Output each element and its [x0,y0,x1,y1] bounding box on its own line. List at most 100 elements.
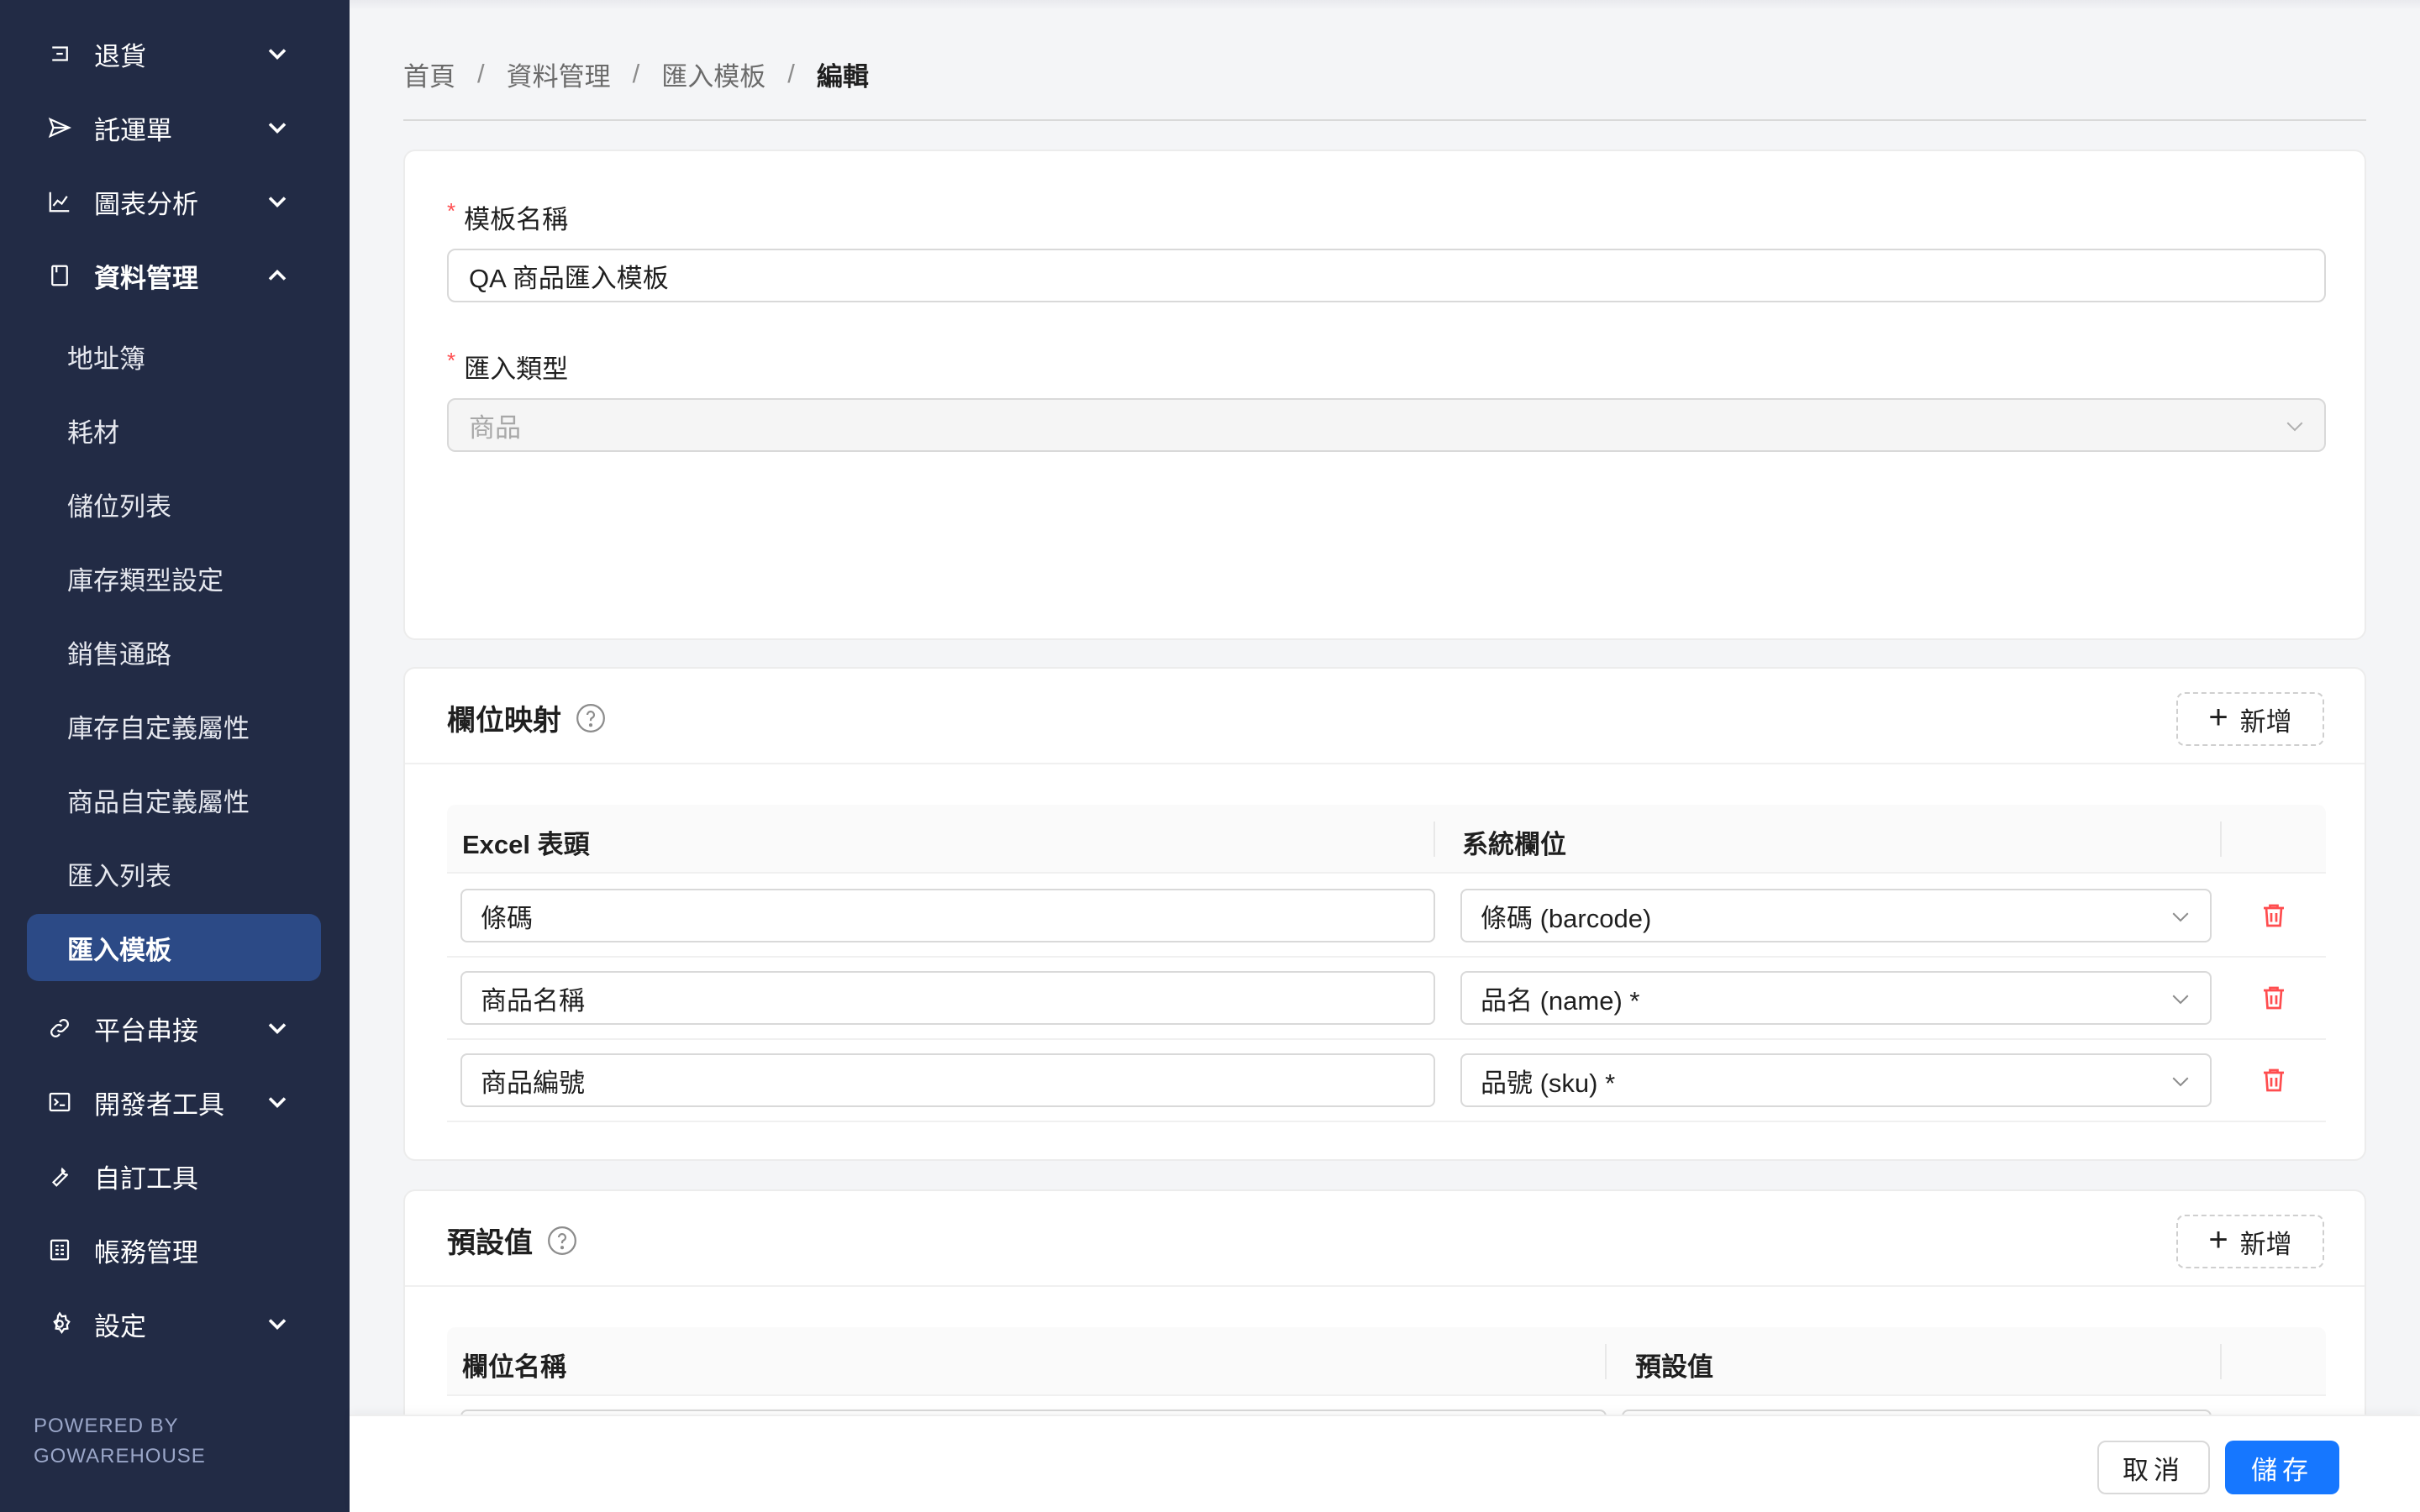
gear-icon [27,1307,74,1341]
table-header: Excel 表頭 系統欄位 [447,805,2326,874]
system-field-select[interactable]: 品名 (name) * [1460,971,2212,1025]
chevron-down-icon [2172,1077,2189,1087]
sidebar-subitem-label: 商品自定義屬性 [67,787,250,817]
top-shadow [350,0,2420,10]
delete-icon[interactable] [2259,983,2289,1013]
sidebar-subitem-label: 庫存類型設定 [67,565,224,596]
chevron-down-icon [268,1097,287,1109]
import-type-select[interactable]: 商品 [447,398,2326,452]
sidebar-subitem-label: 庫存自定義屬性 [67,713,250,743]
sidebar-item-label: 平台串接 [94,1016,198,1046]
column-header-system: 系統欄位 [1462,830,1566,859]
template-name-label: * 模板名稱 [447,198,569,234]
required-mark: * [447,348,456,373]
import-type-value: 商品 [469,412,521,443]
sidebar-item-analytics[interactable]: 圖表分析 [27,168,323,235]
breadcrumb: 首頁 / 資料管理 / 匯入模板 / 編輯 [403,54,869,94]
sidebar-item-developer-tools[interactable]: 開發者工具 [27,1068,323,1136]
chevron-down-icon [2172,912,2189,922]
template-name-value: QA 商品匯入模板 [469,263,669,293]
chevron-down-icon [268,49,287,60]
sidebar-item-settings[interactable]: 設定 [27,1290,323,1357]
add-mapping-button[interactable]: + 新增 [2176,692,2324,746]
field-mapping-header: 欄位映射 + 新增 [405,669,2365,764]
excel-header-input[interactable]: 商品編號 [460,1053,1435,1107]
calculator-icon [27,1233,74,1267]
sidebar-item-label: 開發者工具 [94,1089,224,1120]
chart-icon [27,185,74,218]
powered-by-line2: GOWAREHOUSE [34,1445,206,1467]
sidebar-subitem-import-list[interactable]: 匯入列表 [27,840,321,907]
sidebar-subitem-import-templates[interactable]: 匯入模板 [27,914,321,981]
sidebar-subitem-storage-locations[interactable]: 儲位列表 [27,470,321,538]
default-values-header: 預設值 + 新增 [405,1191,2365,1287]
sidebar-subitem-label: 銷售通路 [67,639,171,669]
field-mapping-card: 欄位映射 + 新增 Excel 表頭 系統欄位 條碼 條碼 (barcode) [403,667,2366,1161]
breadcrumb-divider [403,119,2366,121]
template-info-card: * 模板名稱 QA 商品匯入模板 * 匯入類型 商品 [403,150,2366,640]
column-divider [1605,1344,1607,1379]
breadcrumb-import-templates[interactable]: 匯入模板 [661,55,765,93]
table-header: 欄位名稱 預設值 [447,1327,2326,1396]
breadcrumb-data-management[interactable]: 資料管理 [507,55,611,93]
wrench-icon [27,1159,74,1193]
breadcrumb-separator: / [787,59,795,88]
powered-by-text: POWERED BY GOWAREHOUSE [34,1411,206,1472]
sidebar-item-platform-integration[interactable]: 平台串接 [27,995,323,1062]
sidebar-subitem-sales-channels[interactable]: 銷售通路 [27,618,321,685]
column-divider [2220,1344,2222,1379]
breadcrumb-home[interactable]: 首頁 [403,55,455,93]
sidebar-item-label: 退貨 [94,41,146,71]
chevron-down-icon [268,197,287,208]
sidebar-item-data-management[interactable]: 資料管理 [27,242,323,309]
column-header-default-value: 預設值 [1635,1352,1713,1382]
delete-icon[interactable] [2259,1065,2289,1095]
sidebar-item-label: 自訂工具 [94,1163,198,1194]
sidebar-item-accounting[interactable]: 帳務管理 [27,1216,323,1284]
send-icon [27,111,74,144]
excel-header-input[interactable]: 條碼 [460,889,1435,942]
plus-icon: + [2208,1221,2228,1258]
system-field-select[interactable]: 條碼 (barcode) [1460,889,2212,942]
delete-icon[interactable] [2259,900,2289,931]
sidebar-item-label: 設定 [94,1311,146,1341]
import-type-label: * 匯入類型 [447,348,569,384]
save-button[interactable]: 儲存 [2225,1441,2339,1494]
sidebar-subitem-product-attributes[interactable]: 商品自定義屬性 [27,766,321,833]
chevron-down-icon [2172,995,2189,1005]
form-footer: 取消 儲存 [350,1415,2420,1512]
sidebar-subitem-label: 耗材 [67,417,119,448]
sidebar-item-returns[interactable]: 退貨 [27,20,323,87]
document-icon [27,259,74,292]
sidebar-subitem-label: 儲位列表 [67,491,171,522]
chevron-down-icon [268,1023,287,1035]
sidebar-subitem-label: 匯入模板 [67,935,171,965]
terminal-icon [27,1085,74,1119]
breadcrumb-current: 編輯 [816,61,869,92]
sidebar-subitem-address-book[interactable]: 地址簿 [27,323,321,390]
add-default-button[interactable]: + 新增 [2176,1215,2324,1268]
table-row: 商品名稱 品名 (name) * [447,958,2326,1040]
system-field-select[interactable]: 品號 (sku) * [1460,1053,2212,1107]
help-icon[interactable] [575,702,607,734]
column-header-field-name: 欄位名稱 [462,1352,566,1382]
excel-header-input[interactable]: 商品名稱 [460,971,1435,1025]
sidebar-item-label: 託運單 [94,115,172,145]
template-name-input[interactable]: QA 商品匯入模板 [447,249,2326,302]
column-header-excel: Excel 表頭 [462,830,590,859]
help-icon[interactable] [546,1225,578,1257]
sidebar-item-consignment[interactable]: 託運單 [27,94,323,161]
cancel-button[interactable]: 取消 [2097,1441,2210,1494]
chevron-down-icon [268,1319,287,1331]
required-mark: * [447,198,456,223]
sidebar-item-custom-tools[interactable]: 自訂工具 [27,1142,323,1210]
table-row: 條碼 條碼 (barcode) [447,875,2326,958]
return-icon [27,37,74,71]
chevron-up-icon [268,269,287,281]
sidebar-subitem-stock-attributes[interactable]: 庫存自定義屬性 [27,692,321,759]
sidebar-subitem-stock-types[interactable]: 庫存類型設定 [27,544,321,612]
sidebar-subitem-label: 地址簿 [67,344,145,374]
column-divider [2220,822,2222,857]
sidebar-subitem-supplies[interactable]: 耗材 [27,396,321,464]
column-divider [1434,822,1435,857]
